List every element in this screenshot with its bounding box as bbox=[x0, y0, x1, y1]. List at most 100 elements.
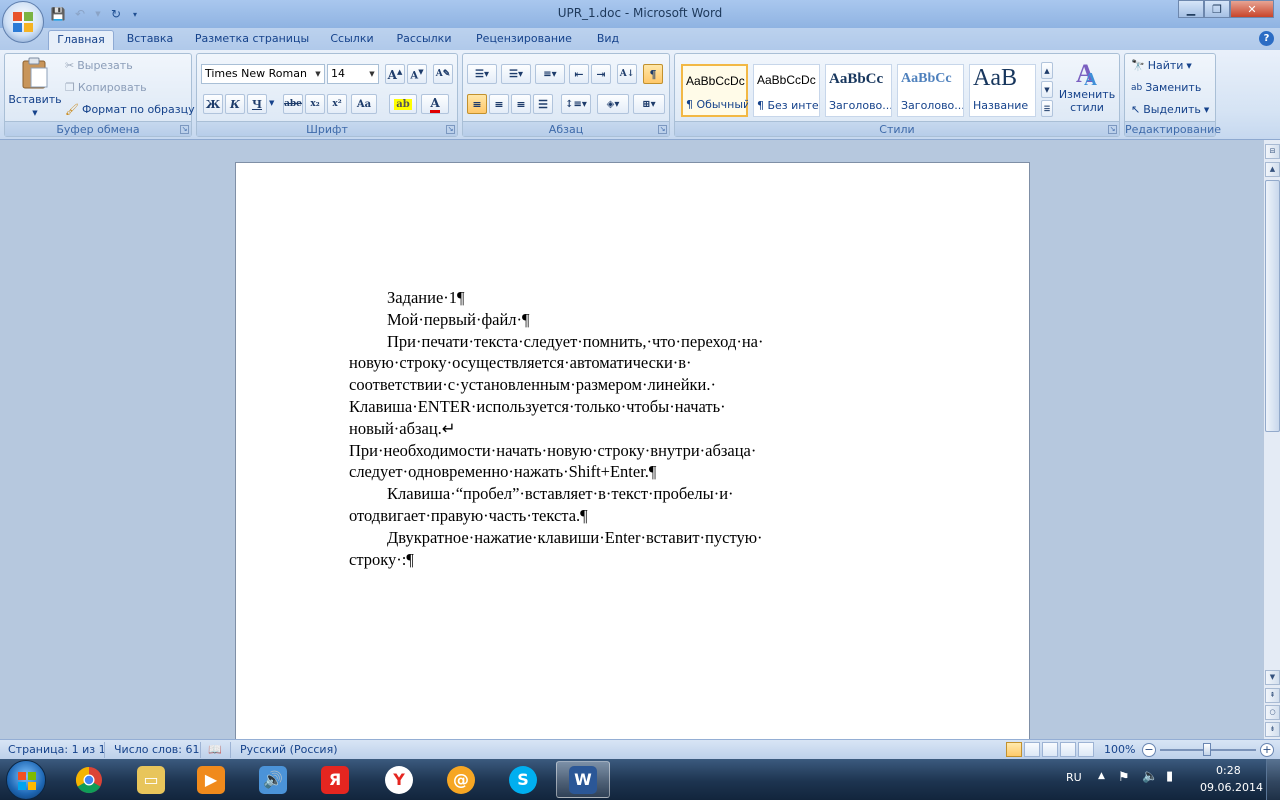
document-line[interactable]: соответствии·с·установленным·размером·ли… bbox=[349, 374, 819, 396]
scroll-up-icon[interactable]: ▲ bbox=[1265, 162, 1280, 177]
styles-scroll-down-icon[interactable]: ▼ bbox=[1041, 81, 1053, 98]
underline-button[interactable]: Ч bbox=[247, 94, 267, 114]
minimize-button[interactable]: ▁ bbox=[1178, 0, 1204, 18]
shading-button[interactable]: ◈▾ bbox=[597, 94, 629, 114]
clock-date[interactable]: 09.06.2014 bbox=[1200, 781, 1263, 794]
paste-button[interactable]: Вставить ▼ bbox=[8, 56, 62, 117]
justify-button[interactable]: ☰ bbox=[533, 94, 553, 114]
page-count[interactable]: Страница: 1 из 1 bbox=[8, 743, 106, 756]
align-center-button[interactable]: ≡ bbox=[489, 94, 509, 114]
cut-button[interactable]: ✂ Вырезать bbox=[65, 59, 133, 72]
grow-font-button[interactable]: A▲ bbox=[385, 64, 405, 84]
tab-home[interactable]: Главная bbox=[48, 30, 114, 50]
document-area[interactable]: Задание·1¶ Мой·первый·файл·¶ При·печати·те… bbox=[0, 140, 1263, 739]
taskbar-chrome[interactable] bbox=[62, 761, 116, 798]
office-button[interactable] bbox=[2, 1, 44, 43]
restore-button[interactable]: ❐ bbox=[1204, 0, 1230, 18]
taskbar-yandex-browser[interactable]: Y bbox=[372, 761, 426, 798]
chevron-down-icon[interactable]: ▼ bbox=[312, 65, 324, 83]
font-dialog-launcher[interactable]: ↘ bbox=[446, 125, 455, 134]
replace-button[interactable]: ab Заменить bbox=[1131, 81, 1201, 94]
zoom-slider-thumb[interactable] bbox=[1203, 743, 1211, 756]
align-left-button[interactable]: ≡ bbox=[467, 94, 487, 114]
print-layout-view-button[interactable] bbox=[1006, 742, 1022, 757]
chevron-down-icon[interactable]: ▼ bbox=[366, 65, 378, 83]
document-page[interactable]: Задание·1¶ Мой·первый·файл·¶ При·печати·те… bbox=[235, 162, 1030, 739]
document-line[interactable]: отодвигает·правую·часть·текста.¶ bbox=[349, 505, 819, 527]
select-button[interactable]: ↖ Выделить ▼ bbox=[1131, 103, 1209, 116]
format-painter-button[interactable]: 🖌 Формат по образцу bbox=[65, 103, 195, 116]
zoom-out-button[interactable]: − bbox=[1142, 743, 1156, 757]
borders-button[interactable]: ⊞▾ bbox=[633, 94, 665, 114]
taskbar-media-player[interactable]: ▶ bbox=[184, 761, 238, 798]
find-button[interactable]: 🔭 Найти ▼ bbox=[1131, 59, 1192, 72]
tab-references[interactable]: Ссылки bbox=[322, 30, 382, 50]
change-case-button[interactable]: Aa bbox=[351, 94, 377, 114]
strikethrough-button[interactable]: abe bbox=[283, 94, 303, 114]
taskbar-word[interactable]: W bbox=[556, 761, 610, 798]
draft-view-button[interactable] bbox=[1078, 742, 1094, 757]
taskbar-skype[interactable]: S bbox=[496, 761, 550, 798]
sort-button[interactable]: A↓ bbox=[617, 64, 637, 84]
paragraph-dialog-launcher[interactable]: ↘ bbox=[658, 125, 667, 134]
zoom-level[interactable]: 100% bbox=[1104, 743, 1135, 756]
spelling-check-icon[interactable]: 📖 bbox=[208, 743, 222, 756]
scroll-down-icon[interactable]: ▼ bbox=[1265, 670, 1280, 685]
taskbar-volume-app[interactable]: 🔊 bbox=[246, 761, 300, 798]
tab-mailings[interactable]: Рассылки bbox=[390, 30, 458, 50]
document-line[interactable]: Клавиша·ENTER·используется·только·чтобы·… bbox=[349, 396, 819, 418]
bullets-button[interactable]: ☰▾ bbox=[467, 64, 497, 84]
document-text[interactable]: Задание·1¶ Мой·первый·файл·¶ При·печати·те… bbox=[349, 287, 819, 570]
close-button[interactable]: ✕ bbox=[1230, 0, 1274, 18]
decrease-indent-button[interactable]: ⇤ bbox=[569, 64, 589, 84]
font-color-button[interactable]: A bbox=[421, 94, 449, 114]
document-line[interactable]: При·печати·текста·следует·помнить,·что·п… bbox=[349, 331, 819, 353]
clock-time[interactable]: 0:28 bbox=[1216, 764, 1241, 777]
shrink-font-button[interactable]: A▼ bbox=[407, 64, 427, 84]
align-right-button[interactable]: ≡ bbox=[511, 94, 531, 114]
tab-view[interactable]: Вид bbox=[588, 30, 628, 50]
style-heading-1[interactable]: AaBbCc Заголово... bbox=[825, 64, 892, 117]
browse-object-icon[interactable]: ○ bbox=[1265, 705, 1280, 720]
document-line[interactable]: следует·одновременно·нажать·Shift+Enter.… bbox=[349, 461, 819, 483]
tab-insert[interactable]: Вставка bbox=[118, 30, 182, 50]
network-signal-icon[interactable]: ▮ bbox=[1166, 769, 1173, 784]
previous-page-icon[interactable]: ⇞ bbox=[1265, 688, 1280, 703]
underline-dropdown-icon[interactable]: ▼ bbox=[269, 99, 274, 107]
start-button[interactable] bbox=[6, 760, 46, 800]
highlight-button[interactable]: ab bbox=[389, 94, 417, 114]
scroll-thumb[interactable] bbox=[1265, 180, 1280, 432]
ruler-toggle-icon[interactable]: ⊟ bbox=[1265, 144, 1280, 159]
style-heading-2[interactable]: AaBbCc Заголово... bbox=[897, 64, 964, 117]
styles-more-icon[interactable]: ☰ bbox=[1041, 100, 1053, 117]
paste-dropdown-icon[interactable]: ▼ bbox=[32, 109, 37, 117]
taskbar-yandex[interactable]: Я bbox=[308, 761, 362, 798]
input-language[interactable]: RU bbox=[1066, 771, 1082, 784]
copy-button[interactable]: ❐ Копировать bbox=[65, 81, 147, 94]
taskbar-mail-agent[interactable]: @ bbox=[434, 761, 488, 798]
taskbar-explorer[interactable]: ▭ bbox=[124, 761, 178, 798]
show-desktop-button[interactable] bbox=[1266, 759, 1280, 800]
style-no-spacing[interactable]: AaBbCcDc ¶ Без инте... bbox=[753, 64, 820, 117]
document-line[interactable]: строку·:¶ bbox=[349, 549, 819, 571]
clear-formatting-button[interactable]: A✎ bbox=[433, 64, 453, 84]
next-page-icon[interactable]: ⇟ bbox=[1265, 722, 1280, 737]
document-line[interactable]: Мой·первый·файл·¶ bbox=[349, 309, 819, 331]
language-indicator[interactable]: Русский (Россия) bbox=[240, 743, 338, 756]
numbering-button[interactable]: ☰▾ bbox=[501, 64, 531, 84]
full-screen-reading-view-button[interactable] bbox=[1024, 742, 1040, 757]
font-size-combo[interactable]: 14 ▼ bbox=[327, 64, 379, 84]
multilevel-list-button[interactable]: ≡▾ bbox=[535, 64, 565, 84]
superscript-button[interactable]: x² bbox=[327, 94, 347, 114]
increase-indent-button[interactable]: ⇥ bbox=[591, 64, 611, 84]
document-line[interactable]: новый·абзац.↵ bbox=[349, 418, 819, 440]
styles-scroll-up-icon[interactable]: ▲ bbox=[1041, 62, 1053, 79]
subscript-button[interactable]: x₂ bbox=[305, 94, 325, 114]
zoom-in-button[interactable]: + bbox=[1260, 743, 1274, 757]
font-name-combo[interactable]: Times New Roman ▼ bbox=[201, 64, 325, 84]
document-line[interactable]: При·необходимости·начать·новую·строку·вн… bbox=[349, 440, 819, 462]
web-layout-view-button[interactable] bbox=[1042, 742, 1058, 757]
tab-review[interactable]: Рецензирование bbox=[468, 30, 580, 50]
action-center-flag-icon[interactable]: ⚑ bbox=[1118, 770, 1130, 785]
vertical-scrollbar[interactable]: ⊟ ▲ ▼ ⇞ ○ ⇟ bbox=[1263, 140, 1280, 739]
